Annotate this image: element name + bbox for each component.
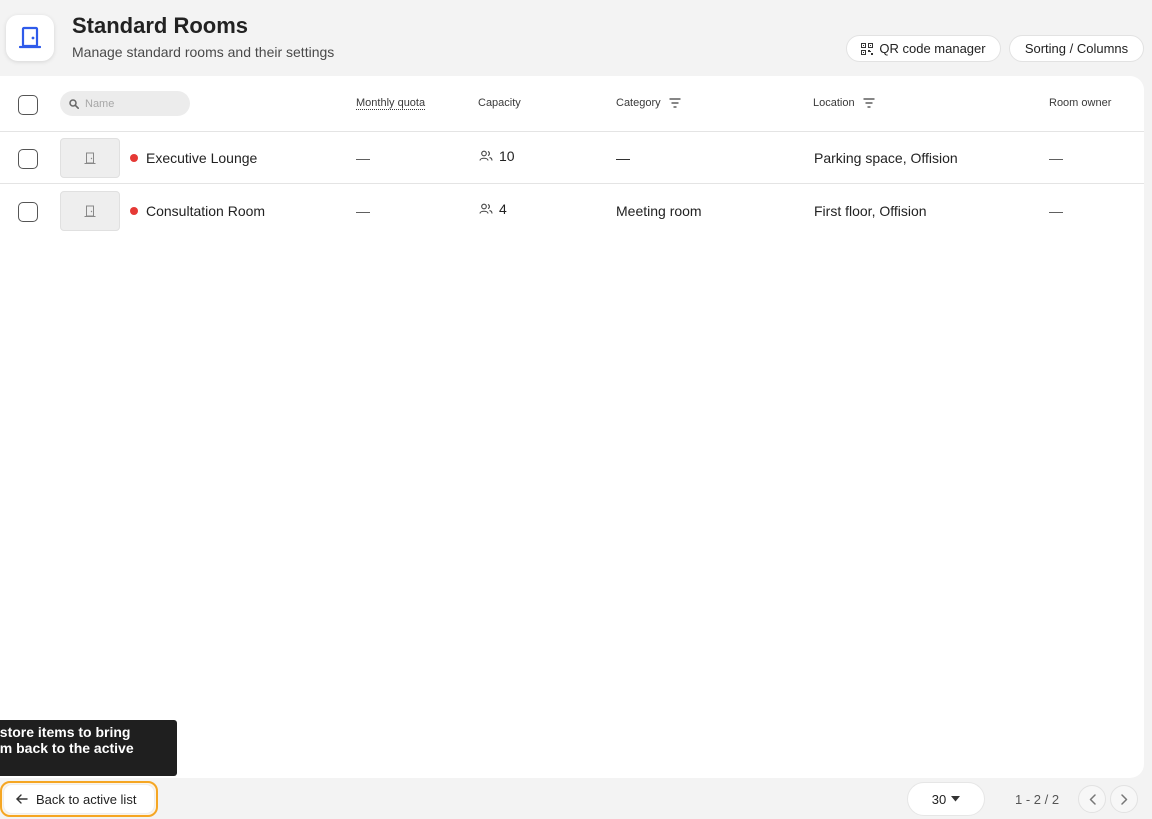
page-size-select[interactable]: 30 [907, 782, 985, 816]
column-header-category[interactable]: Category [616, 97, 681, 109]
status-indicator [130, 207, 138, 215]
sorting-columns-button[interactable]: Sorting / Columns [1009, 35, 1144, 62]
capacity-value: 10 [479, 148, 515, 164]
page-header: Standard Rooms Manage standard rooms and… [0, 0, 1152, 76]
category-value: — [616, 150, 630, 166]
arrow-left-icon [16, 794, 28, 804]
table-header: Monthly quota Capacity Category Location… [0, 76, 1144, 132]
people-icon [479, 203, 493, 214]
room-thumbnail[interactable] [60, 191, 120, 231]
room-thumbnail[interactable] [60, 138, 120, 178]
monthly-quota-value: — [356, 150, 370, 166]
back-to-active-list-inner[interactable]: Back to active list [4, 785, 154, 813]
back-to-active-list-label: Back to active list [36, 791, 137, 807]
row-checkbox[interactable] [18, 202, 38, 222]
pagination-info: 1 - 2 / 2 [1015, 792, 1060, 807]
previous-page-button[interactable] [1078, 785, 1106, 813]
room-owner-value: — [1049, 203, 1063, 219]
capacity-value: 4 [479, 201, 507, 217]
sorting-columns-label: Sorting / Columns [1024, 41, 1129, 56]
chevron-right-icon [1120, 793, 1127, 805]
door-icon [84, 152, 96, 164]
qr-code-manager-label: QR code manager [879, 41, 986, 56]
page-size-value: 30 [931, 791, 947, 807]
people-icon [479, 150, 493, 161]
location-value: Parking space, Offision [814, 150, 958, 166]
tooltip-line: em back to the active [0, 740, 134, 756]
column-header-room-owner[interactable]: Room owner [1049, 97, 1111, 109]
back-to-active-list-button[interactable]: Back to active list [0, 781, 158, 817]
page-title: Standard Rooms [72, 13, 249, 38]
column-header-category-label: Category [616, 97, 661, 109]
room-name[interactable]: Consultation Room [146, 203, 265, 219]
column-header-location[interactable]: Location [813, 97, 875, 109]
search-input[interactable] [85, 97, 180, 110]
name-search[interactable] [60, 91, 190, 116]
table-row[interactable]: Consultation Room — 4 Meeting room First… [0, 185, 1144, 237]
status-indicator [130, 154, 138, 162]
filter-icon[interactable] [863, 98, 875, 108]
monthly-quota-value: — [356, 203, 370, 219]
tooltip-line: t. [0, 756, 142, 772]
capacity-number: 4 [499, 201, 507, 217]
room-name[interactable]: Executive Lounge [146, 150, 257, 166]
page: Standard Rooms Manage standard rooms and… [0, 0, 1152, 819]
search-icon [69, 98, 79, 109]
qr-code-manager-button[interactable]: QR code manager [846, 35, 1001, 62]
page-subtitle: Manage standard rooms and their settings [72, 44, 335, 60]
capacity-number: 10 [499, 148, 515, 164]
door-icon [6, 15, 54, 61]
column-header-location-label: Location [813, 97, 855, 109]
room-owner-value: — [1049, 150, 1063, 166]
column-header-monthly-quota[interactable]: Monthly quota [356, 97, 425, 109]
qr-code-icon [861, 42, 874, 55]
select-all-checkbox[interactable] [18, 95, 38, 115]
table-row[interactable]: Executive Lounge — 10 — Parking space, O… [0, 132, 1144, 184]
door-icon [84, 205, 96, 217]
chevron-left-icon [1089, 793, 1096, 805]
rooms-table: Monthly quota Capacity Category Location… [0, 76, 1144, 778]
category-value: Meeting room [616, 203, 702, 219]
caret-down-icon [951, 796, 961, 802]
filter-icon[interactable] [669, 98, 681, 108]
location-value: First floor, Offision [814, 203, 927, 219]
restore-tooltip: estore items to bring em back to the act… [0, 720, 177, 776]
next-page-button[interactable] [1110, 785, 1138, 813]
row-checkbox[interactable] [18, 149, 38, 169]
column-header-capacity[interactable]: Capacity [478, 97, 521, 109]
tooltip-line: estore items to bring [0, 724, 131, 740]
